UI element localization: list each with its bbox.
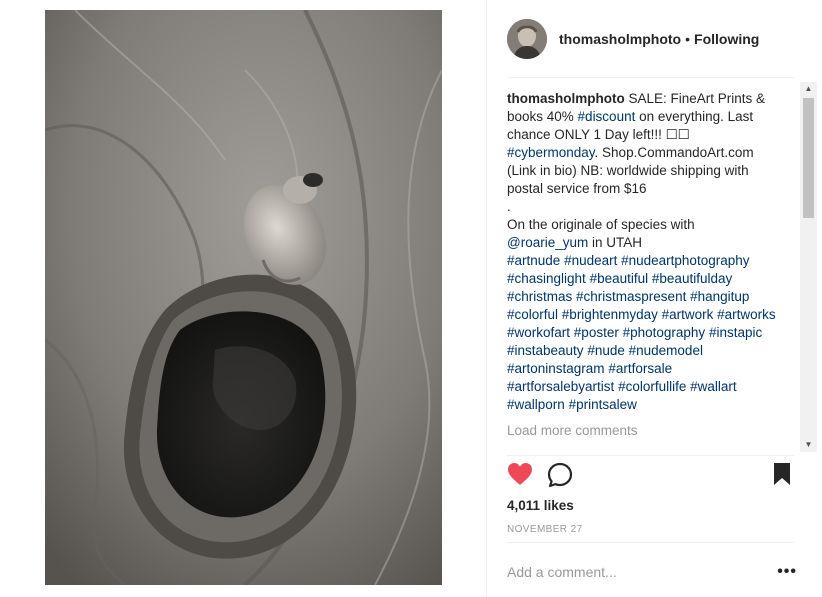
actions-divider: [507, 455, 794, 456]
hashtag-link[interactable]: #printsalew: [569, 397, 637, 412]
header-username[interactable]: thomasholmphoto: [559, 31, 681, 47]
mention-link[interactable]: @roarie_yum: [507, 235, 588, 250]
load-more-comments-button[interactable]: Load more comments: [507, 422, 777, 440]
hashtag-link[interactable]: #nudeartphotography: [621, 253, 749, 268]
hashtag-link[interactable]: #wallporn: [507, 397, 565, 412]
hashtag-link[interactable]: #brightenmyday: [562, 307, 658, 322]
hashtag-link[interactable]: #chasinglight: [507, 271, 586, 286]
hashtag-link[interactable]: #artforsalebyartist: [507, 379, 614, 394]
rock-figure-photo: [45, 10, 442, 585]
hashtag-link[interactable]: #wallart: [690, 379, 737, 394]
scroll-thumb[interactable]: [803, 98, 814, 218]
hashtag-link[interactable]: #artoninstagram: [507, 361, 605, 376]
comment-input[interactable]: [507, 564, 772, 580]
header-divider: [507, 77, 794, 78]
following-button[interactable]: Following: [694, 31, 759, 47]
caption: thomasholmphoto SALE: FineArt Prints & b…: [507, 90, 777, 198]
hashtag-link[interactable]: #poster: [574, 325, 619, 340]
hashtag-link[interactable]: #colorfullife: [618, 379, 686, 394]
bookmark-icon[interactable]: [773, 462, 791, 491]
comment-form: •••: [507, 560, 797, 584]
scroll-down-arrow-icon[interactable]: ▼: [800, 438, 817, 452]
hashtag-link[interactable]: #christmaspresent: [576, 289, 686, 304]
heart-icon[interactable]: [507, 462, 533, 491]
more-options-icon[interactable]: •••: [777, 563, 797, 581]
comments-scrollbar[interactable]: ▲ ▼: [800, 82, 817, 452]
comment-form-divider: [507, 542, 794, 543]
hashtag-link[interactable]: #colorful: [507, 307, 558, 322]
avatar[interactable]: [507, 19, 547, 59]
comments-list: thomasholmphoto SALE: FineArt Prints & b…: [507, 90, 777, 450]
action-bar: [507, 462, 797, 492]
hashtag-link[interactable]: #workofart: [507, 325, 570, 340]
hashtag-link[interactable]: #nudeart: [564, 253, 617, 268]
caption-location-line: On the originale of species with @roarie…: [507, 216, 777, 252]
hashtag-link[interactable]: #artforsale: [608, 361, 672, 376]
hashtag-link[interactable]: #photography: [623, 325, 706, 340]
user-avatar-icon: [507, 19, 547, 59]
hashtag-link[interactable]: #beautiful: [590, 271, 649, 286]
hashtag-link[interactable]: #artwork: [662, 307, 714, 322]
scroll-up-arrow-icon[interactable]: ▲: [800, 82, 817, 96]
hashtag-link[interactable]: #christmas: [507, 289, 572, 304]
hashtag-link[interactable]: #hangitup: [690, 289, 749, 304]
hashtag-block: #artnude #nudeart #nudeartphotography #c…: [507, 252, 777, 414]
hashtag-link[interactable]: #instapic: [709, 325, 762, 340]
post-header: thomasholmphoto • Following: [507, 18, 797, 60]
caption-text: in UTAH: [588, 235, 642, 250]
hashtag-link[interactable]: #nudemodel: [629, 343, 703, 358]
caption-username[interactable]: thomasholmphoto: [507, 91, 625, 106]
hashtag-link[interactable]: #beautifulday: [652, 271, 732, 286]
hashtag-link[interactable]: #nude: [587, 343, 625, 358]
post-sidebar: thomasholmphoto • Following thomasholmph…: [487, 0, 822, 597]
partial-comment: ...: [507, 446, 777, 450]
post-dialog: thomasholmphoto • Following thomasholmph…: [0, 0, 822, 597]
post-date[interactable]: NOVEMBER 27: [507, 524, 583, 535]
hashtag-link[interactable]: #instabeauty: [507, 343, 584, 358]
header-separator: •: [685, 31, 691, 47]
hashtag-link[interactable]: #cybermonday: [507, 145, 595, 160]
likes-count[interactable]: 4,011 likes: [507, 498, 574, 513]
hashtag-link[interactable]: #discount: [578, 109, 636, 124]
caption-text: On the originale of species with: [507, 217, 695, 232]
hashtag-link[interactable]: #artworks: [717, 307, 776, 322]
post-image[interactable]: [45, 10, 442, 585]
comment-icon[interactable]: [547, 462, 573, 493]
caption-dot-line: .: [507, 199, 511, 214]
hashtag-link[interactable]: #artnude: [507, 253, 560, 268]
